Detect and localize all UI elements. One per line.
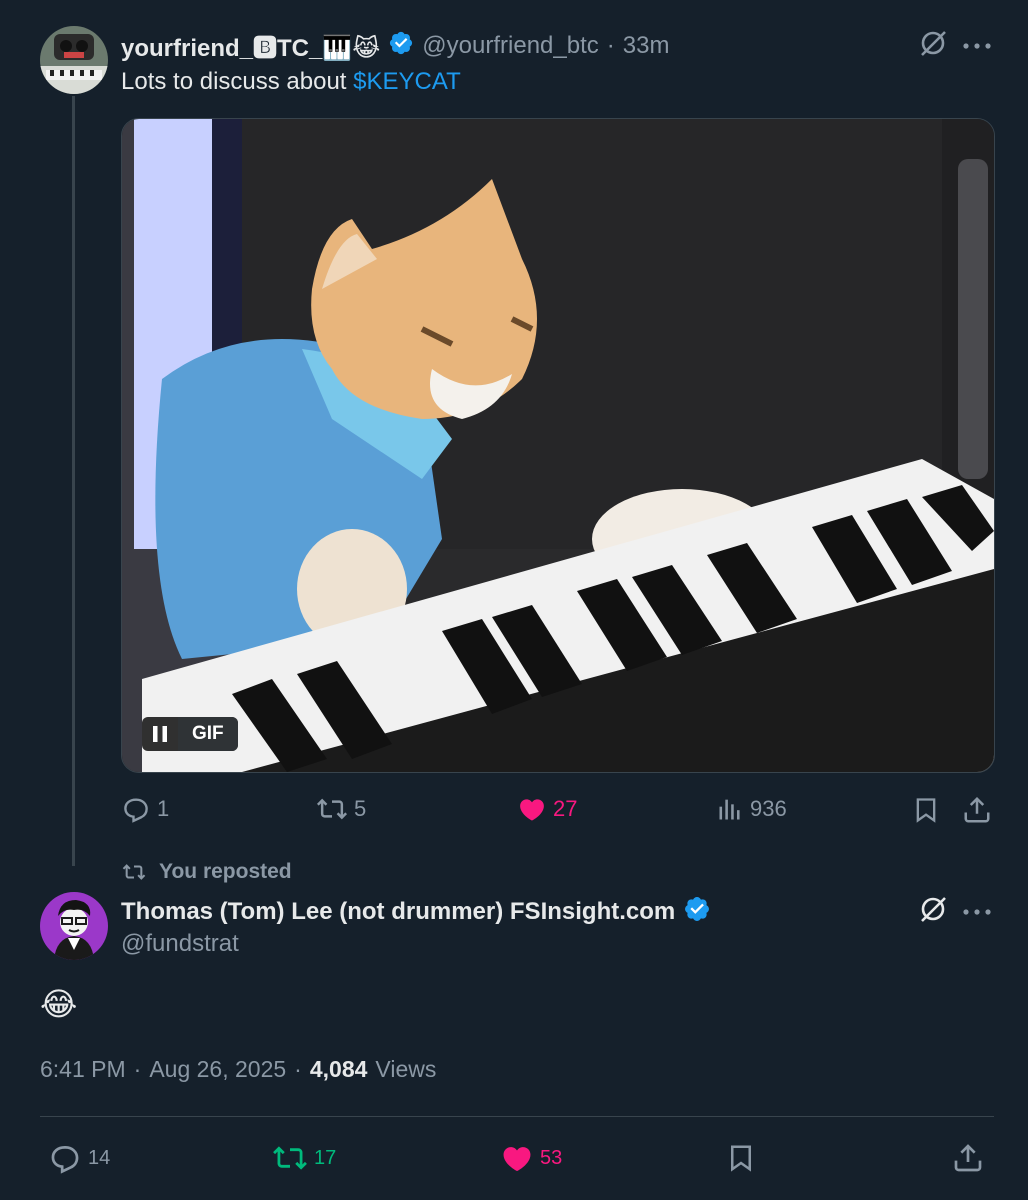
gif-media[interactable] [121,118,995,773]
gif-controls: GIF [142,717,238,751]
post-time[interactable]: 6:41 PM [40,1056,126,1083]
share-icon[interactable] [952,1141,984,1180]
verified-badge-icon [683,895,711,928]
reply-count: 14 [88,1146,111,1169]
repost-small-icon [122,864,146,880]
analytics-icon [719,799,740,820]
post-text-body: Lots to discuss about [121,68,354,95]
view-count: 936 [750,796,787,821]
like-count: 27 [553,796,578,821]
views-label: Views [375,1056,437,1082]
repost-count: 5 [354,796,367,821]
repost-button[interactable]: 5 [316,794,366,824]
views-count: 4,084 [309,1056,368,1082]
timestamp[interactable]: 33m [623,32,670,60]
like-button[interactable]: 53 [500,1141,562,1175]
post-meta: 6:41 PM · Aug 26, 2025 · 4,084 Views [40,1056,436,1083]
grok-icon[interactable] [918,28,948,63]
post-text: Lots to discuss about $KEYCAT [121,68,461,96]
divider [40,1116,994,1117]
gif-label: GIF [178,717,238,751]
separator-dot: · [133,1056,142,1082]
verified-badge-icon [388,30,414,61]
author-handle[interactable]: @yourfriend_btc [422,32,598,60]
reply-count: 1 [157,796,170,821]
author-handle[interactable]: @fundstrat [121,930,239,958]
more-options-icon[interactable] [962,38,992,56]
pause-icon[interactable] [142,717,178,751]
more-options-icon[interactable] [962,904,992,922]
like-button[interactable]: 27 [517,794,577,824]
repost-notice: You reposted [121,860,292,884]
author-name[interactable]: Thomas (Tom) Lee (not drummer) FSInsight… [121,898,675,926]
avatar[interactable] [40,26,108,94]
repost-count: 17 [314,1146,337,1169]
author-name[interactable]: yourfriend_🅱TC_🎹😹 [121,28,380,63]
reply-icon [124,798,148,823]
repost-notice-text: You reposted [159,860,292,883]
post-text: 😂 [40,986,78,1022]
reply-button[interactable]: 1 [121,794,169,824]
thread-line [72,96,75,866]
avatar[interactable] [40,892,108,960]
share-icon[interactable] [962,795,992,830]
views-button[interactable]: 936 [716,794,787,824]
heart-filled-icon [520,799,544,821]
like-count: 53 [540,1146,563,1169]
repost-button[interactable]: 17 [272,1141,336,1175]
post-date[interactable]: Aug 26, 2025 [149,1056,286,1083]
grok-icon[interactable] [918,894,948,929]
repost-icon [316,798,348,820]
separator-dot: · [294,1056,302,1082]
bookmark-icon[interactable] [726,1141,756,1180]
heart-filled-icon [503,1147,531,1172]
keyboard-cat-image [122,119,994,772]
separator-dot: · [606,31,615,59]
repost-active-icon [273,1146,307,1170]
cashtag-link[interactable]: $KEYCAT [353,68,461,95]
bookmark-icon[interactable] [912,795,940,830]
reply-icon [51,1146,79,1174]
reply-button[interactable]: 14 [48,1141,110,1175]
